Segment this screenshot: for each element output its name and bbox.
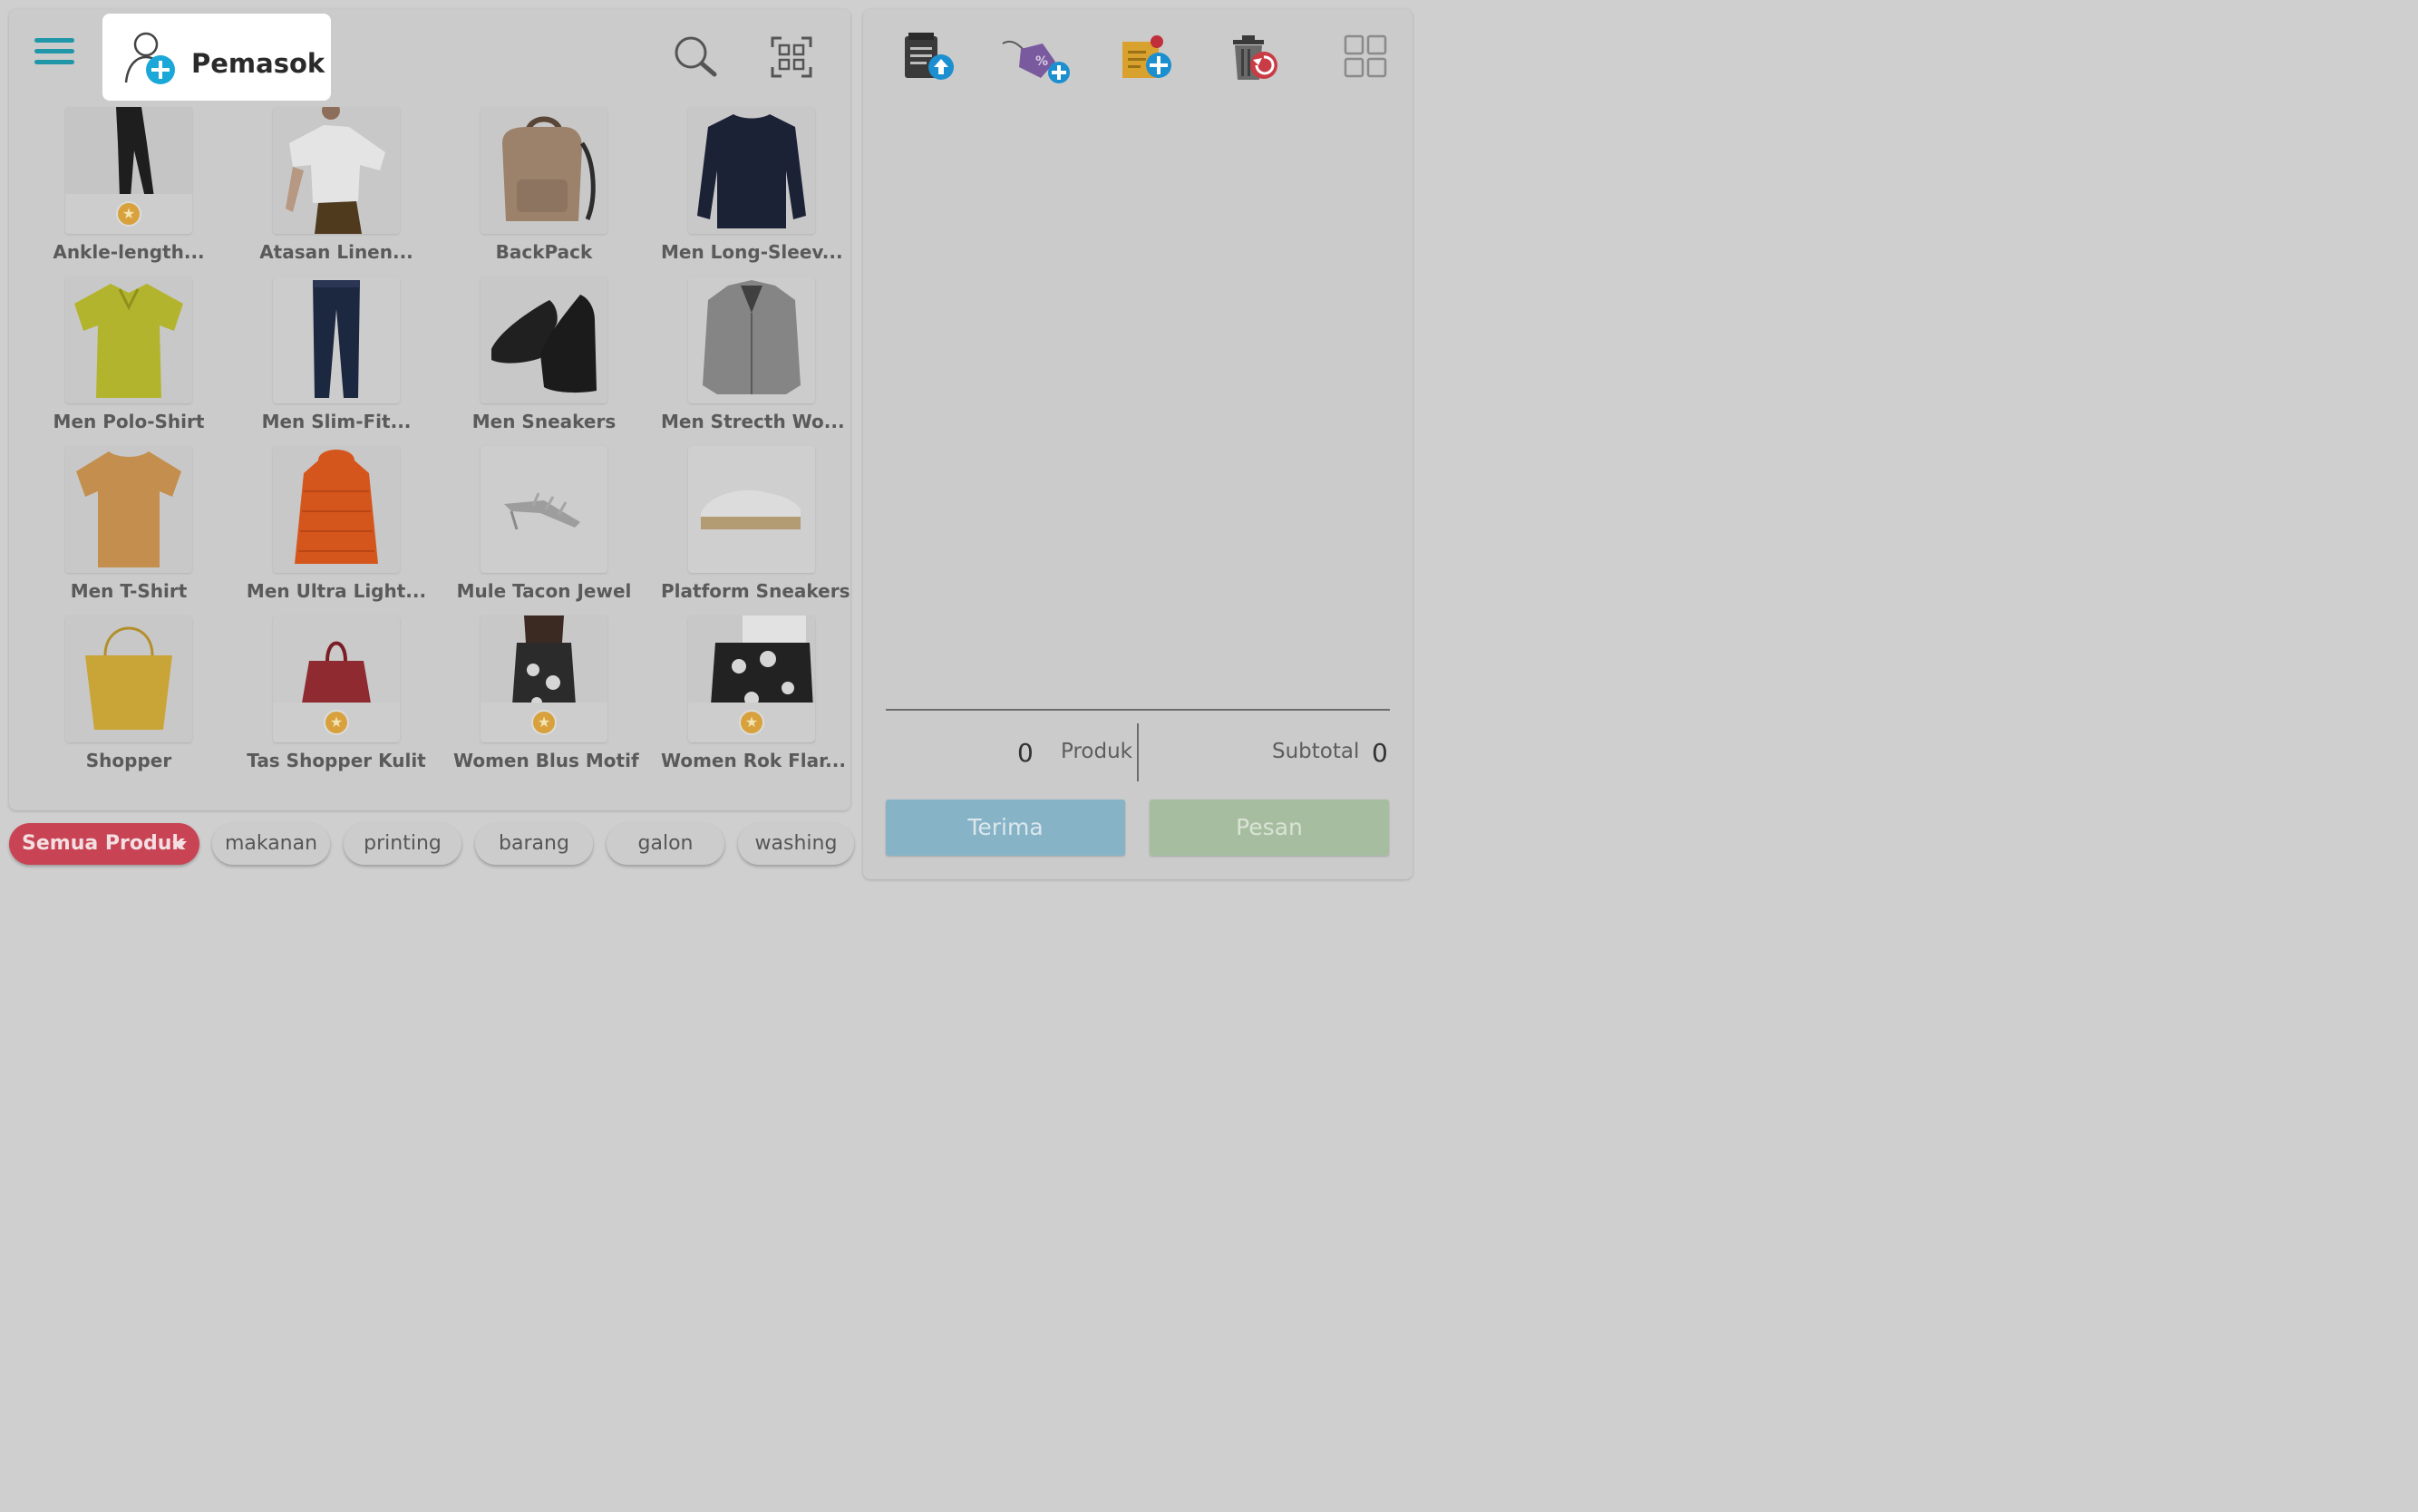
star-icon: ★ <box>325 712 347 733</box>
product-name: Men Slim-Fit... <box>261 411 412 432</box>
category-chip[interactable]: barang <box>475 823 593 865</box>
product-card[interactable]: Men Strecth Wo... <box>661 276 845 432</box>
product-card[interactable]: BackPack <box>453 107 635 263</box>
add-note-icon[interactable] <box>1119 33 1175 83</box>
supplier-label: Pemasok <box>191 48 325 79</box>
product-image <box>688 446 815 573</box>
accept-button[interactable]: Terima <box>886 800 1125 856</box>
product-card[interactable]: Platform Sneakers <box>661 446 850 602</box>
product-image <box>273 107 400 234</box>
upload-list-icon[interactable] <box>901 31 957 82</box>
transaction-panel: % 0 Produk Subtotal 0 Terima Pesan <box>863 9 1413 879</box>
add-discount-tag-icon[interactable]: % <box>999 36 1075 85</box>
product-image <box>481 446 607 573</box>
category-chip[interactable]: galon <box>607 823 724 865</box>
category-chip[interactable]: washing <box>738 823 854 865</box>
summary-separator <box>1137 723 1139 781</box>
product-image <box>481 276 607 403</box>
product-name: Men Polo-Shirt <box>53 411 205 432</box>
product-count: 0 <box>1017 738 1034 768</box>
product-image: ★ <box>273 615 400 742</box>
category-chip[interactable]: makanan <box>212 823 330 865</box>
category-chip[interactable]: printing <box>344 823 461 865</box>
star-icon: ★ <box>118 203 140 225</box>
subtotal-value: 0 <box>1372 738 1388 768</box>
grid-layout-icon[interactable] <box>1344 34 1387 78</box>
product-card[interactable]: Atasan Linen... <box>246 107 427 263</box>
product-panel: Pemasok ★ Ankle-length... Atasan Linen..… <box>9 9 850 810</box>
product-name: Women Blus Motif <box>453 750 639 771</box>
product-card[interactable]: ★ Tas Shopper Kulit <box>246 615 427 771</box>
product-name: Men Ultra Light... <box>246 580 427 602</box>
star-icon: ★ <box>533 712 555 733</box>
product-card[interactable]: Men Long-Sleev... <box>661 107 843 263</box>
product-name: Tas Shopper Kulit <box>247 750 426 771</box>
product-card[interactable]: Men Polo-Shirt <box>38 276 219 432</box>
product-count-label: Produk <box>1061 740 1132 763</box>
product-card[interactable]: Men Ultra Light... <box>246 446 427 602</box>
category-all-dropdown[interactable]: Semua Produk <box>9 823 199 865</box>
star-icon: ★ <box>741 712 762 733</box>
product-name: Mule Tacon Jewel <box>456 580 632 602</box>
product-card[interactable]: ★ Women Rok Flar... <box>661 615 846 771</box>
supplier-button[interactable]: Pemasok <box>102 14 331 101</box>
product-image <box>481 107 607 234</box>
category-selected-label: Semua Produk <box>22 832 185 855</box>
product-image: ★ <box>65 107 192 234</box>
barcode-scan-icon[interactable] <box>771 36 812 78</box>
product-image <box>65 615 192 742</box>
search-icon[interactable] <box>673 34 720 78</box>
product-name: Platform Sneakers <box>661 580 850 602</box>
product-image <box>65 276 192 403</box>
product-name: Men T-Shirt <box>70 580 188 602</box>
product-card[interactable]: Men Slim-Fit... <box>246 276 427 432</box>
product-image <box>65 446 192 573</box>
product-name: Women Rok Flar... <box>661 750 846 771</box>
product-name: Men Long-Sleev... <box>661 241 843 263</box>
add-supplier-icon <box>124 32 175 84</box>
chevron-down-icon <box>172 841 187 849</box>
product-name: Men Sneakers <box>471 411 617 432</box>
product-name: BackPack <box>495 241 593 263</box>
product-card[interactable]: Men Sneakers <box>453 276 635 432</box>
summary-divider <box>886 709 1390 711</box>
hamburger-menu-icon[interactable] <box>34 38 74 71</box>
product-image: ★ <box>688 615 815 742</box>
svg-text:%: % <box>1035 54 1048 69</box>
product-image <box>273 276 400 403</box>
product-card[interactable]: ★ Women Blus Motif <box>453 615 639 771</box>
product-card[interactable]: Shopper <box>38 615 219 771</box>
restore-trash-icon[interactable] <box>1228 33 1284 83</box>
product-image <box>688 276 815 403</box>
product-name: Ankle-length... <box>53 241 205 263</box>
product-name: Atasan Linen... <box>259 241 413 263</box>
product-image: ★ <box>481 615 607 742</box>
product-card[interactable]: Mule Tacon Jewel <box>453 446 635 602</box>
product-name: Men Strecth Wo... <box>661 411 845 432</box>
order-button[interactable]: Pesan <box>1150 800 1389 856</box>
product-image <box>688 107 815 234</box>
product-card[interactable]: ★ Ankle-length... <box>38 107 219 263</box>
product-name: Shopper <box>85 750 172 771</box>
subtotal-label: Subtotal <box>1272 740 1360 763</box>
product-card[interactable]: Men T-Shirt <box>38 446 219 602</box>
product-image <box>273 446 400 573</box>
